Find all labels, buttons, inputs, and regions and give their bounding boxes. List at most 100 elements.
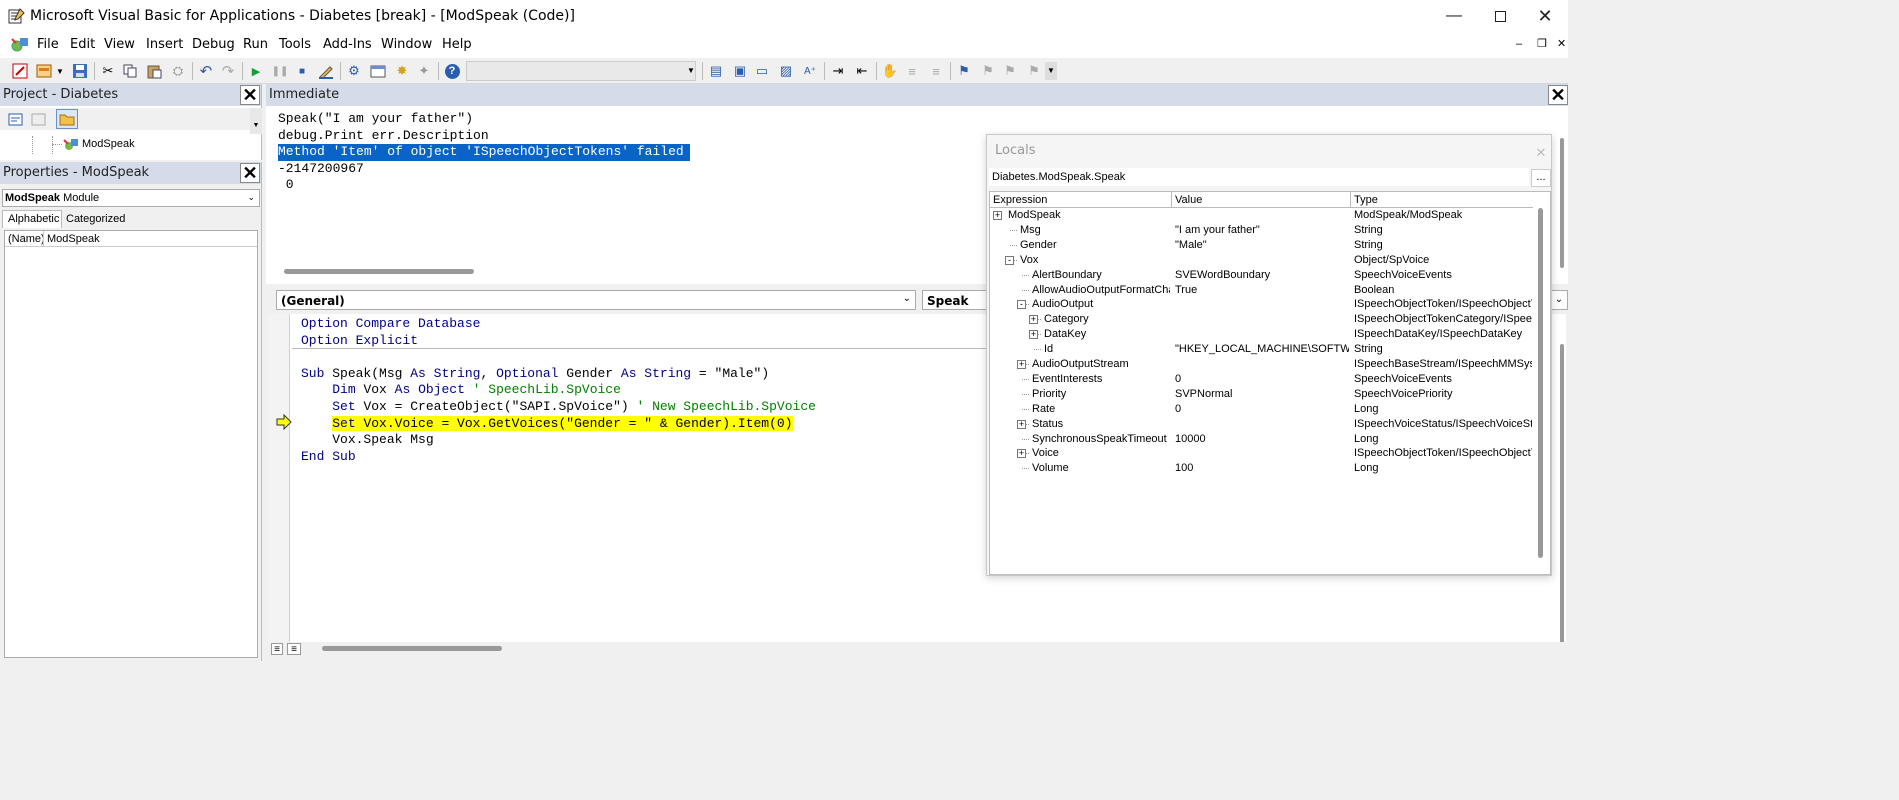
menu-file[interactable]: File — [37, 37, 59, 52]
undo-icon[interactable]: ↶ — [196, 61, 216, 81]
locals-row[interactable]: - AudioOutput ISpeechObjectToken/ISpeechOb… — [990, 297, 1533, 312]
column-divider[interactable] — [1171, 192, 1172, 208]
procedure-view-icon[interactable]: ≡ — [271, 643, 283, 655]
locals-row[interactable]: Id "HKEY_LOCAL_MACHINE\SOFTWA String — [990, 342, 1533, 357]
locals-row[interactable]: + AudioOutputStream ISpeechBaseStream/ISpe… — [990, 357, 1533, 372]
redo-icon[interactable]: ↷ — [218, 61, 238, 81]
mdi-restore-icon[interactable]: ❐ — [1537, 37, 1547, 50]
design-mode-icon[interactable] — [316, 61, 336, 81]
quick-info-icon[interactable]: ▭ — [752, 61, 772, 81]
indent-icon[interactable]: ⇥ — [828, 61, 848, 81]
project-explorer-icon[interactable]: ⚙ — [344, 61, 364, 81]
expand-icon[interactable]: + — [1029, 315, 1038, 325]
insert-module-icon[interactable] — [34, 61, 54, 81]
tree-item-modspeak[interactable]: ModSpeak — [82, 138, 135, 150]
locals-row[interactable]: AlertBoundary SVEWordBoundary SpeechVoiceE… — [990, 268, 1533, 283]
locals-row[interactable]: Priority SVPNormal SpeechVoicePriority — [990, 387, 1533, 402]
menu-insert[interactable]: Insert — [146, 37, 183, 52]
view-object-icon[interactable] — [30, 112, 48, 128]
expand-icon[interactable]: + — [993, 211, 1002, 220]
local-value[interactable]: "Male" — [1175, 238, 1349, 253]
toggle-folders-icon[interactable] — [56, 109, 78, 129]
scroll-thumb[interactable] — [1560, 138, 1564, 268]
locals-row[interactable]: + Category ISpeechObjectTokenCategory/ISpe… — [990, 312, 1533, 327]
locals-row[interactable]: - Vox Object/SpVoice — [990, 253, 1533, 268]
local-value[interactable]: 0 — [1175, 402, 1349, 417]
code-hscroll-thumb[interactable] — [322, 646, 502, 651]
vba-module-icon[interactable] — [8, 35, 30, 55]
collapse-icon[interactable]: - — [1017, 300, 1026, 310]
full-module-view-icon[interactable]: ≡ — [287, 643, 301, 655]
local-value[interactable]: True — [1175, 283, 1349, 298]
immediate-content[interactable]: Speak("I am your father") debug.Print er… — [278, 111, 690, 194]
close-project-pane-icon[interactable]: ✕ — [240, 85, 260, 105]
toolbar-overflow-icon[interactable]: ▼ — [685, 62, 697, 80]
locals-row[interactable]: SynchronousSpeakTimeout 10000 Long — [990, 432, 1533, 447]
margin-indicator-bar[interactable] — [268, 314, 290, 642]
list-constants-icon[interactable]: ▣ — [730, 61, 750, 81]
tab-alphabetic[interactable]: Alphabetic — [2, 210, 62, 228]
local-value[interactable]: "HKEY_LOCAL_MACHINE\SOFTWA — [1175, 342, 1349, 357]
scroll-thumb[interactable] — [1560, 344, 1564, 644]
immediate-vscrollbar[interactable] — [1558, 108, 1566, 268]
locals-row[interactable]: + ModSpeak ModSpeak/ModSpeak — [990, 208, 1533, 223]
paste-icon[interactable] — [144, 61, 164, 81]
scroll-thumb[interactable] — [1538, 208, 1543, 558]
object-browser-icon[interactable]: ✸ — [392, 61, 412, 81]
locals-row[interactable]: Rate 0 Long — [990, 402, 1533, 417]
locals-row[interactable]: Msg "I am your father" String — [990, 223, 1533, 238]
close-locals-icon[interactable]: ✕ — [1531, 143, 1551, 163]
expand-icon[interactable]: + — [1017, 419, 1026, 429]
close-immediate-icon[interactable]: ✕ — [1548, 85, 1568, 105]
local-value[interactable]: 100 — [1175, 461, 1349, 476]
column-header-type[interactable]: Type — [1354, 194, 1378, 206]
maximize-icon[interactable] — [1477, 0, 1523, 32]
mdi-close-icon[interactable]: ✕ — [1557, 37, 1566, 50]
view-code-icon[interactable] — [7, 112, 25, 128]
column-header-value[interactable]: Value — [1175, 194, 1202, 206]
break-icon[interactable]: ❚❚ — [270, 61, 290, 81]
outdent-icon[interactable]: ⇤ — [852, 61, 872, 81]
tab-categorized[interactable]: Categorized — [62, 212, 134, 228]
reset-icon[interactable]: ■ — [292, 61, 312, 81]
property-row[interactable]: (Name) ModSpeak — [5, 231, 257, 247]
toggle-bookmark-icon[interactable]: ⚑ — [954, 61, 974, 81]
property-value[interactable]: ModSpeak — [47, 233, 100, 245]
local-value[interactable]: SVEWordBoundary — [1175, 268, 1349, 283]
close-icon[interactable]: ✕ — [1522, 0, 1568, 32]
object-selector[interactable]: ModSpeak Module ⌄ — [2, 189, 260, 207]
menu-debug[interactable]: Debug — [192, 37, 235, 52]
chevron-down-icon[interactable]: ⌄ — [1550, 290, 1568, 310]
local-value[interactable]: 0 — [1175, 372, 1349, 387]
toggle-breakpoint-icon[interactable]: ✋ — [880, 61, 900, 81]
menu-window[interactable]: Window — [381, 37, 432, 52]
dropdown-arrow-icon[interactable]: ▼ — [54, 61, 66, 81]
local-value[interactable]: "I am your father" — [1175, 223, 1349, 238]
next-bookmark-icon[interactable]: ⚑ — [978, 61, 998, 81]
column-divider[interactable] — [1350, 192, 1351, 208]
locals-row[interactable]: + Voice ISpeechObjectToken/ISpeechObjectT — [990, 446, 1533, 461]
parameter-info-icon[interactable]: ▨ — [776, 61, 796, 81]
save-icon[interactable] — [70, 61, 90, 81]
menu-run[interactable]: Run — [243, 37, 268, 52]
find-icon[interactable]: ⛭ — [168, 61, 188, 81]
immediate-hscrollbar[interactable] — [268, 267, 988, 277]
local-value[interactable]: SVPNormal — [1175, 387, 1349, 402]
uncomment-block-icon[interactable]: ≡ — [926, 61, 946, 81]
comment-block-icon[interactable]: ≡ — [902, 61, 922, 81]
close-properties-pane-icon[interactable]: ✕ — [240, 163, 260, 183]
list-properties-icon[interactable]: ▤ — [706, 61, 726, 81]
locals-row[interactable]: Gender "Male" String — [990, 238, 1533, 253]
cut-icon[interactable]: ✂ — [98, 61, 118, 81]
local-value[interactable]: 10000 — [1175, 432, 1349, 447]
project-scrollbar[interactable]: ▼ — [250, 108, 262, 134]
expand-icon[interactable]: + — [1029, 330, 1038, 340]
view-excel-icon[interactable] — [10, 61, 30, 81]
menu-view[interactable]: View — [104, 37, 135, 52]
locals-row[interactable]: AllowAudioOutputFormatChange True Boolean — [990, 283, 1533, 298]
locals-row[interactable]: Volume 100 Long — [990, 461, 1533, 476]
locals-vscrollbar[interactable] — [1535, 208, 1547, 558]
call-stack-button[interactable]: ... — [1531, 169, 1551, 187]
clear-bookmarks-icon[interactable]: ⚑ — [1024, 61, 1044, 81]
run-icon[interactable]: ▶ — [246, 61, 266, 81]
